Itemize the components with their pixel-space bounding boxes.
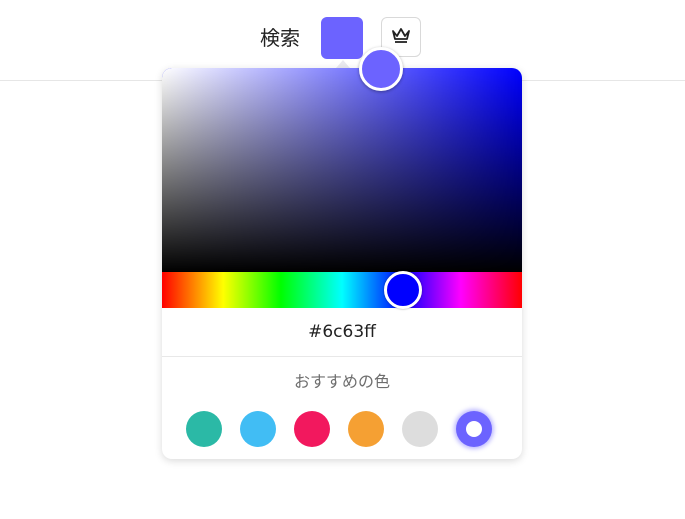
popover-arrow — [336, 60, 350, 68]
hue-slider[interactable] — [162, 271, 522, 309]
color-swatch[interactable] — [402, 411, 438, 447]
search-label[interactable]: 検索 — [260, 25, 300, 51]
suggested-colors — [186, 411, 498, 447]
color-swatch[interactable] — [348, 411, 384, 447]
saturation-value-handle[interactable] — [359, 47, 403, 91]
color-swatch[interactable] — [240, 411, 276, 447]
crown-icon — [390, 26, 412, 48]
saturation-value-area[interactable] — [162, 68, 522, 272]
selected-indicator — [466, 421, 482, 437]
color-picker-popover: #6c63ff おすすめの色 — [162, 68, 522, 459]
suggested-colors-label: おすすめの色 — [293, 372, 390, 391]
color-picker-button[interactable] — [321, 17, 363, 59]
hue-slider-handle[interactable] — [384, 271, 423, 309]
color-swatch[interactable] — [294, 411, 330, 447]
hex-value: #6c63ff — [308, 322, 376, 342]
color-swatch-selected[interactable] — [456, 411, 492, 447]
hex-value-field[interactable]: #6c63ff — [162, 308, 522, 357]
color-swatch[interactable] — [186, 411, 222, 447]
